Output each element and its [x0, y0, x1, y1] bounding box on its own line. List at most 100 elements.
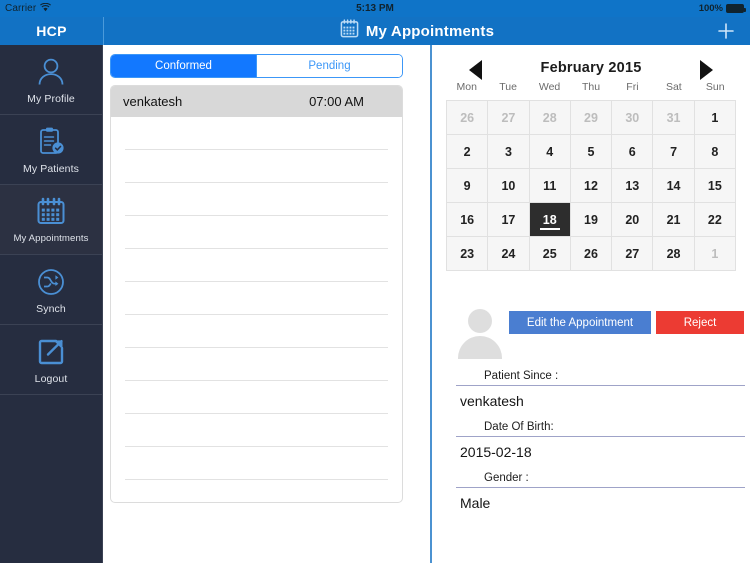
calendar-day-cell[interactable]: 20: [612, 203, 654, 237]
weekday-label: Sun: [705, 81, 725, 93]
list-item-empty[interactable]: [125, 447, 388, 480]
calendar-day-cell[interactable]: 8: [694, 135, 736, 169]
list-item-empty[interactable]: [125, 249, 388, 282]
list-item-empty[interactable]: [125, 381, 388, 414]
calendar-day-cell[interactable]: 10: [488, 169, 530, 203]
weekday-label: Sat: [665, 81, 682, 93]
calendar-day-cell[interactable]: 28: [529, 101, 571, 135]
sidebar-item-label: My Patients: [23, 162, 79, 175]
field-label: Gender :: [456, 472, 745, 488]
tab-conformed[interactable]: Conformed: [111, 55, 256, 77]
sidebar-item-label: My Profile: [27, 92, 75, 105]
calendar-day-cell[interactable]: 25: [529, 237, 571, 271]
avatar-head: [468, 309, 492, 333]
calendar-day-cell[interactable]: 7: [653, 135, 695, 169]
sidebar-item-my-appointments[interactable]: My Appointments: [0, 185, 102, 255]
weekday-label: Fri: [626, 81, 639, 93]
calendar-day-cell[interactable]: 21: [653, 203, 695, 237]
calendar-day-cell[interactable]: 22: [694, 203, 736, 237]
calendar-icon: [34, 195, 68, 229]
calendar-day-cell[interactable]: 31: [653, 101, 695, 135]
calendar-day-cell[interactable]: 12: [570, 169, 613, 203]
list-item-empty[interactable]: [125, 150, 388, 183]
calendar-day-cell[interactable]: 1: [694, 101, 736, 135]
calendar-header: February 2015: [461, 57, 721, 80]
field-label: Date Of Birth:: [456, 421, 745, 437]
calendar-day-cell[interactable]: 13: [612, 169, 654, 203]
sidebar-item-label: Logout: [34, 372, 68, 385]
field-date-of-birth: Date Of Birth: 2015-02-18: [432, 421, 750, 460]
battery-indicator: 100%: [698, 3, 746, 14]
sidebar-item-logout[interactable]: Logout: [0, 325, 102, 395]
list-item-empty[interactable]: [125, 348, 388, 381]
calendar-day-cell[interactable]: 16: [447, 203, 489, 237]
field-gender: Gender : Male: [432, 472, 750, 511]
weekday-label: Mon: [456, 81, 477, 93]
tab-pending[interactable]: Pending: [256, 55, 402, 77]
clipboard-check-icon: [34, 125, 68, 159]
calendar-day-cell[interactable]: 29: [570, 101, 613, 135]
appointment-time: 07:00 AM: [309, 94, 364, 109]
calendar-day-cell-selected[interactable]: 18: [529, 203, 571, 237]
add-appointment-button[interactable]: [716, 21, 736, 41]
calendar-day-cell[interactable]: 26: [447, 101, 489, 135]
clock-label: 5:13 PM: [356, 3, 394, 14]
calendar-day-cell[interactable]: 23: [447, 237, 489, 271]
sidebar: My Profile My Patients My Appointments S…: [0, 45, 103, 563]
calendar-day-cell[interactable]: 14: [653, 169, 695, 203]
list-item-empty[interactable]: [125, 183, 388, 216]
appointment-detail-panel: February 2015 Mon Tue Wed Thu Fri Sat Su…: [432, 45, 750, 563]
calendar-day-cell[interactable]: 6: [612, 135, 654, 169]
sync-icon: [34, 265, 68, 299]
calendar-day-cell[interactable]: 11: [529, 169, 571, 203]
calendar-day-cell[interactable]: 27: [488, 101, 530, 135]
list-item-empty[interactable]: [125, 414, 388, 447]
sidebar-item-synch[interactable]: Synch: [0, 255, 102, 325]
appointments-list-panel: Conformed Pending venkatesh 07:00 AM: [103, 45, 429, 563]
calendar-day-cell[interactable]: 4: [529, 135, 571, 169]
list-item-empty[interactable]: [125, 216, 388, 249]
app-root: Carrier 5:13 PM 100% HCP My Appointments…: [0, 0, 750, 563]
calendar-day-cell[interactable]: 2: [447, 135, 489, 169]
arrow-left-icon[interactable]: [469, 60, 482, 80]
sidebar-item-label: My Appointments: [13, 233, 89, 244]
calendar-day-cell[interactable]: 17: [488, 203, 530, 237]
calendar-day-cell[interactable]: 15: [694, 169, 736, 203]
appointment-actions: Edit the Appointment Reject: [432, 302, 750, 364]
nav-title-group: My Appointments: [84, 19, 750, 43]
weekday-label: Thu: [581, 81, 601, 93]
calendar-month-label: February 2015: [540, 60, 642, 76]
calendar-day-cell[interactable]: 26: [570, 237, 613, 271]
calendar-grid: 26 27 28 29 30 31 1 2 3 4 5 6 7 8 9 10 1…: [446, 100, 736, 271]
sidebar-item-my-profile[interactable]: My Profile: [0, 45, 102, 115]
avatar-placeholder-icon: [457, 309, 503, 359]
reject-appointment-button[interactable]: Reject: [656, 311, 744, 334]
field-value: venkatesh: [460, 393, 524, 409]
battery-percent-label: 100%: [698, 3, 723, 14]
list-item-empty[interactable]: [125, 282, 388, 315]
field-value: Male: [460, 495, 491, 511]
calendar-day-cell[interactable]: 3: [488, 135, 530, 169]
calendar-day-cell[interactable]: 30: [612, 101, 654, 135]
arrow-right-icon[interactable]: [700, 60, 713, 80]
calendar-icon: [340, 19, 359, 43]
sidebar-item-label: Synch: [36, 302, 66, 315]
calendar-day-cell[interactable]: 27: [612, 237, 654, 271]
field-patient-since: Patient Since : venkatesh: [432, 370, 750, 409]
calendar-day-cell[interactable]: 5: [570, 135, 613, 169]
list-item-empty[interactable]: [125, 117, 388, 150]
calendar-day-cell[interactable]: 9: [447, 169, 489, 203]
sidebar-item-my-patients[interactable]: My Patients: [0, 115, 102, 185]
calendar-day-cell[interactable]: 28: [653, 237, 695, 271]
nav-bar: HCP My Appointments: [0, 17, 750, 45]
table-row[interactable]: venkatesh 07:00 AM: [111, 86, 402, 117]
field-label: Patient Since :: [456, 370, 745, 386]
battery-full-icon: [726, 4, 746, 13]
logout-icon: [34, 335, 68, 369]
calendar-day-cell[interactable]: 19: [570, 203, 613, 237]
edit-appointment-button[interactable]: Edit the Appointment: [509, 311, 651, 334]
status-bar: Carrier 5:13 PM 100%: [0, 0, 750, 17]
calendar-day-cell[interactable]: 1: [694, 237, 736, 271]
calendar-day-cell[interactable]: 24: [488, 237, 530, 271]
list-item-empty[interactable]: [125, 315, 388, 348]
